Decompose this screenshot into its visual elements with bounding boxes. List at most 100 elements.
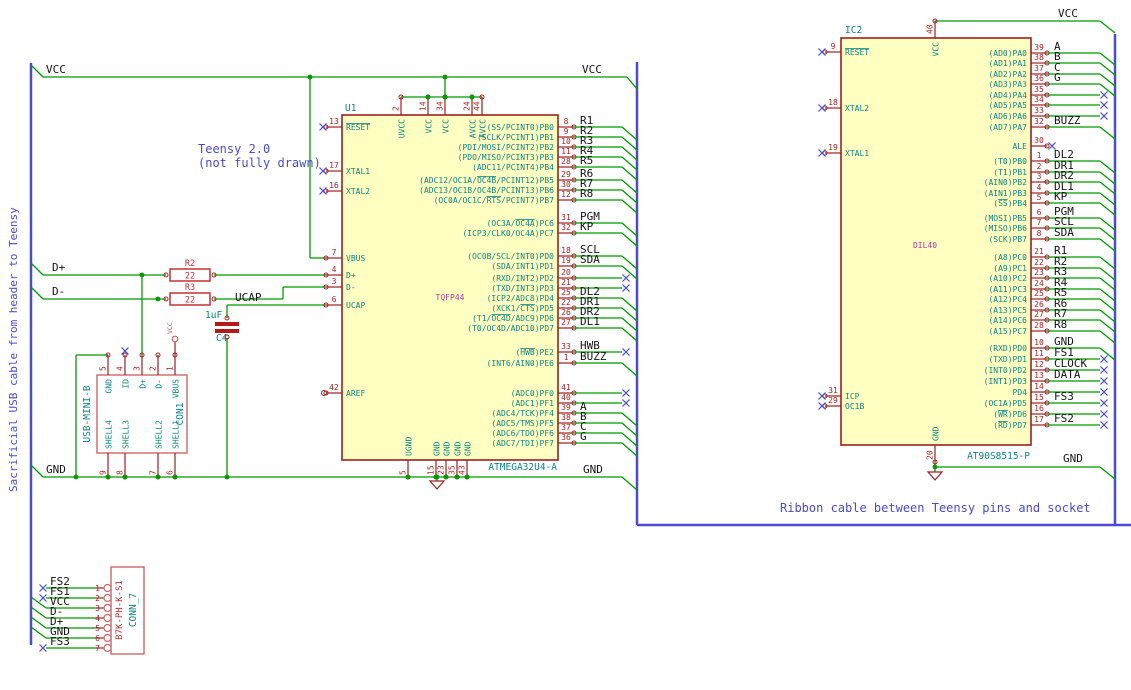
pin-number[interactable]: 43 [458,465,467,475]
bus-entry[interactable] [621,136,638,151]
pin-name[interactable]: PD4 [1013,388,1028,397]
pin-name[interactable]: GND [932,426,941,441]
pin-number[interactable]: 1 [1037,151,1042,160]
net-label-DATA[interactable]: DATA [1054,368,1081,381]
pin-number[interactable]: 7 [95,644,100,653]
bus-entry[interactable] [621,442,638,457]
pin-name[interactable]: AREF [346,389,365,398]
pin-number[interactable]: 42 [329,383,339,392]
bus-entry[interactable] [1099,20,1116,34]
pin-name[interactable]: (AIN1)PB3 [984,189,1028,198]
pin-number[interactable]: 35 [448,465,457,475]
pin-name[interactable]: (WR)PD6 [993,410,1027,419]
net-label-KP[interactable]: KP [1054,190,1068,203]
pin-name[interactable]: XTAL1 [845,149,869,158]
bus-entry[interactable] [621,232,638,247]
pin-name[interactable]: (AD0)PA0 [988,49,1027,58]
bus-entry[interactable] [621,297,638,312]
pin-name[interactable]: (HWB)PE2 [515,348,554,357]
pin-number[interactable]: 4 [95,614,100,623]
pin-number[interactable]: 36 [561,433,571,442]
bus-entry[interactable] [621,317,638,332]
bus-entry[interactable] [621,146,638,161]
pin-name[interactable]: (OC0A/OC1C/RTS/PCINT7)PB7 [434,196,555,205]
bus-entry[interactable] [1099,288,1116,302]
pin-name[interactable]: (OC1A)PD5 [984,399,1028,408]
bus-entry[interactable] [621,422,638,437]
bus-entry[interactable] [1099,192,1116,206]
net-label-R8[interactable]: R8 [580,187,593,200]
net-label-R5[interactable]: R5 [580,154,593,167]
note-usb-cable[interactable]: Sacrificial USB cable from header to Tee… [7,207,20,492]
net-label-GND[interactable]: GND [1063,452,1083,465]
pin-name[interactable]: (T0)PB0 [993,157,1027,166]
net-label-KP[interactable]: KP [580,220,594,233]
pin-name[interactable]: SHELL4 [105,420,114,449]
net-label-DL1[interactable]: DL1 [580,315,600,328]
pin-name[interactable]: XTAL1 [346,167,370,176]
pin-number[interactable]: 2 [149,366,158,371]
net-label-FS3[interactable]: FS3 [50,635,70,648]
bus-entry[interactable] [621,432,638,447]
component-U1[interactable]: U1ATMEGA32U4-ATQFP4413RESET17XTAL116XTAL… [319,94,638,480]
pin-name[interactable]: AVCC [469,119,478,138]
pin-number[interactable]: 29 [561,170,571,179]
pin-name[interactable]: UVCC [398,119,407,138]
pin-number[interactable]: 22 [1034,258,1044,267]
bus-entry[interactable] [621,189,638,204]
pin-number[interactable]: 4 [332,265,337,274]
net-label-G[interactable]: G [1054,71,1061,84]
pin-number[interactable]: 7 [149,470,158,475]
pin-name[interactable]: (OC0B/SCL/INT0)PD0 [467,252,554,261]
pin-name[interactable]: (AD5)PA5 [988,101,1027,110]
resistor-R2[interactable]: R222 [163,259,217,282]
pin-number[interactable]: 1 [95,584,100,593]
net-label-UCAP[interactable]: UCAP [235,291,262,304]
pin-number[interactable]: 18 [561,246,571,255]
pin-name[interactable]: (A14)PC6 [988,316,1027,325]
pin-number[interactable]: 20 [561,268,571,277]
bus-entry[interactable] [30,286,44,300]
capacitor-C4[interactable]: 1uFC4 [205,310,239,344]
pin-name[interactable]: AVCC [479,119,488,138]
pin-name[interactable]: D- [346,283,356,292]
pin-name[interactable]: (AD6)PA6 [988,112,1027,121]
bus-entry[interactable] [621,362,638,377]
bus-entry[interactable] [30,64,44,78]
pin-number[interactable]: 11 [1034,349,1044,358]
net-label-SDA[interactable]: SDA [1054,226,1074,239]
pin-name[interactable]: (T0/OC4D/ADC10)PD7 [467,324,554,333]
pin-number[interactable]: 23 [437,465,446,475]
pin-name[interactable]: (ADC12/OC1A/OC4B/PCINT12)PB5 [419,176,554,185]
pin-number[interactable]: 39 [1034,43,1044,52]
pin-name[interactable]: VBUS [172,379,181,398]
pin-number[interactable]: 19 [828,143,838,152]
ref-designator[interactable]: CONN_7 [128,593,139,627]
bus-entry[interactable] [621,126,638,141]
pin-name[interactable]: (AD7)PA7 [988,123,1027,132]
pin-name[interactable]: (SS/PCINT0)PB0 [487,123,555,132]
pin-number[interactable]: 2 [95,594,100,603]
pin-number[interactable]: 27 [561,318,571,327]
pin-name[interactable]: (AIN0)PB2 [984,178,1028,187]
pin-name[interactable]: (T1)PB1 [993,168,1027,177]
net-label-VCC[interactable]: VCC [582,63,602,76]
pin-name[interactable]: (MOSI)PB5 [984,214,1028,223]
pin-name[interactable]: (ADC6/TDO)PF6 [491,429,554,438]
pin-name[interactable]: (ADC7/TDI)PF7 [491,439,554,448]
bus-entry[interactable] [1099,62,1116,76]
component-CON1[interactable]: CON1USB-MINI-B5GND4ID3D+2D-1VBUS9SHELL48… [82,347,188,480]
bus-entry[interactable] [1099,181,1116,195]
pin-name[interactable]: UCAP [346,301,365,310]
pin-number[interactable]: 3 [95,604,100,613]
pin-number[interactable]: 1 [564,353,569,362]
pin-name[interactable]: (ADC0)PF0 [511,389,555,398]
pin-number[interactable]: 7 [332,248,337,257]
pin-name[interactable]: (TXD/INT3)PD3 [491,284,554,293]
net-label-FS3[interactable]: FS3 [1054,390,1074,403]
bus-entry[interactable] [1099,256,1116,270]
pin-number[interactable]: 12 [561,190,571,199]
pin-name[interactable]: (OC3A/OC4A)PC6 [487,219,555,228]
pin-number[interactable]: 36 [1034,74,1044,83]
pin-name[interactable]: VCC [425,119,434,134]
